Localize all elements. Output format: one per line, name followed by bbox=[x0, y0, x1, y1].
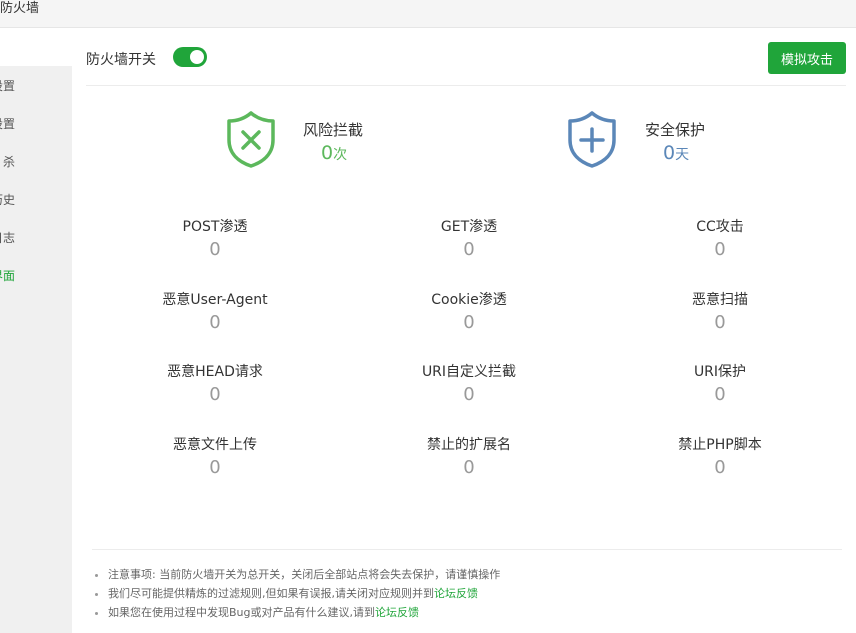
sidebar-item-overview[interactable]: 界面 bbox=[0, 266, 72, 286]
stat-label: Cookie渗透 bbox=[431, 292, 507, 308]
stat-value: 0 bbox=[463, 312, 475, 333]
stat-label: GET渗透 bbox=[440, 219, 498, 235]
note-text: 注意事项: 当前防火墙开关为总开关，关闭后全部站点将会失去保护，请谨慎操作 bbox=[108, 568, 501, 581]
stat-label: 禁止PHP脚本 bbox=[678, 437, 762, 453]
stat-value: 0 bbox=[209, 457, 221, 478]
stat-get-penetration: GET渗透 0 bbox=[359, 218, 579, 262]
toggle-knob bbox=[190, 50, 204, 64]
stat-forbidden-extension: 禁止的扩展名 0 bbox=[359, 436, 579, 480]
firewall-toggle[interactable] bbox=[173, 47, 207, 67]
divider bbox=[86, 85, 846, 86]
stat-value: 0 bbox=[714, 384, 726, 405]
stat-value: 0 bbox=[463, 457, 475, 478]
note-item: 如果您在使用过程中发现Bug或对产品有什么建议,请到论坛反馈 bbox=[108, 603, 500, 622]
sidebar-header-spacer bbox=[0, 28, 72, 66]
stat-label: CC攻击 bbox=[696, 219, 744, 235]
forum-feedback-link[interactable]: 论坛反馈 bbox=[375, 606, 419, 619]
sidebar-item-label: 界面 bbox=[0, 269, 15, 283]
risk-count-unit: 次 bbox=[333, 147, 348, 163]
stat-value: 0 bbox=[463, 239, 475, 260]
stat-value: 0 bbox=[209, 384, 221, 405]
notes-list: 注意事项: 当前防火墙开关为总开关，关闭后全部站点将会失去保护，请谨慎操作 我们… bbox=[92, 565, 500, 622]
stat-cookie-penetration: Cookie渗透 0 bbox=[359, 291, 579, 335]
stat-value: 0 bbox=[714, 457, 726, 478]
sidebar-item-label: 杀 bbox=[2, 155, 15, 169]
sidebar-item-label: 设置 bbox=[0, 117, 15, 131]
main-panel: 防火墙开关 模拟攻击 风险拦截 0次 安全保护 0天 POST渗透 0 GET渗透… bbox=[86, 28, 856, 633]
risk-intercept-count: 0次 bbox=[321, 142, 347, 164]
risk-intercept-title: 风险拦截 bbox=[303, 121, 364, 139]
stat-label: POST渗透 bbox=[182, 219, 248, 235]
stat-label: 禁止的扩展名 bbox=[427, 437, 511, 453]
stat-label: 恶意文件上传 bbox=[173, 437, 257, 453]
stat-label: 恶意HEAD请求 bbox=[167, 364, 263, 380]
forum-feedback-link[interactable]: 论坛反馈 bbox=[434, 587, 478, 600]
stat-malicious-scan: 恶意扫描 0 bbox=[610, 291, 830, 335]
stat-value: 0 bbox=[209, 239, 221, 260]
stat-cc-attack: CC攻击 0 bbox=[610, 218, 830, 262]
stat-value: 0 bbox=[463, 384, 475, 405]
stat-value: 0 bbox=[714, 239, 726, 260]
sidebar-item-history[interactable]: 历史 bbox=[0, 190, 72, 210]
firewall-switch-label: 防火墙开关 bbox=[86, 52, 156, 68]
window-title: 防火墙 bbox=[0, 1, 40, 16]
divider bbox=[92, 549, 842, 550]
sidebar-item-label: 日志 bbox=[0, 231, 15, 245]
note-item: 我们尽可能提供精炼的过滤规则,但如果有误报,请关闭对应规则并到论坛反馈 bbox=[108, 584, 500, 603]
shield-x-icon bbox=[227, 111, 275, 168]
sidebar-item-label: 设置 bbox=[0, 79, 15, 93]
sidebar-item-settings-2[interactable]: 设置 bbox=[0, 114, 72, 134]
stat-uri-custom-intercept: URI自定义拦截 0 bbox=[359, 363, 579, 407]
note-text: 如果您在使用过程中发现Bug或对产品有什么建议,请到 bbox=[108, 606, 375, 619]
stat-label: 恶意User-Agent bbox=[162, 292, 268, 308]
stat-value: 0 bbox=[209, 312, 221, 333]
stat-uri-protection: URI保护 0 bbox=[610, 363, 830, 407]
sidebar-item-settings-1[interactable]: 设置 bbox=[0, 76, 72, 96]
simulate-attack-button[interactable]: 模拟攻击 bbox=[768, 42, 846, 74]
sidebar-item-kill[interactable]: 杀 bbox=[0, 152, 72, 172]
risk-count-value: 0 bbox=[321, 142, 334, 164]
stat-malicious-file-upload: 恶意文件上传 0 bbox=[105, 436, 325, 480]
note-item: 注意事项: 当前防火墙开关为总开关，关闭后全部站点将会失去保护，请谨慎操作 bbox=[108, 565, 500, 584]
stat-malicious-user-agent: 恶意User-Agent 0 bbox=[105, 291, 325, 335]
window-titlebar: 防火墙 bbox=[0, 0, 856, 28]
safe-protect-title: 安全保护 bbox=[645, 121, 706, 139]
stat-label: URI保护 bbox=[693, 364, 747, 380]
note-text: 我们尽可能提供精炼的过滤规则,但如果有误报,请关闭对应规则并到 bbox=[108, 587, 434, 600]
safe-count-value: 0 bbox=[663, 142, 676, 164]
sidebar: 设置 设置 杀 历史 日志 界面 bbox=[0, 28, 72, 633]
sidebar-item-log[interactable]: 日志 bbox=[0, 228, 72, 248]
sidebar-item-label: 历史 bbox=[0, 193, 15, 207]
stat-malicious-head-request: 恶意HEAD请求 0 bbox=[105, 363, 325, 407]
shield-plus-icon bbox=[568, 111, 616, 168]
safe-count-unit: 天 bbox=[675, 147, 690, 163]
stat-post-penetration: POST渗透 0 bbox=[105, 218, 325, 262]
stat-label: URI自定义拦截 bbox=[421, 364, 517, 380]
stat-label: 恶意扫描 bbox=[692, 292, 748, 308]
stat-value: 0 bbox=[714, 312, 726, 333]
safe-protect-count: 0天 bbox=[663, 142, 689, 164]
stat-forbidden-php-script: 禁止PHP脚本 0 bbox=[610, 436, 830, 480]
